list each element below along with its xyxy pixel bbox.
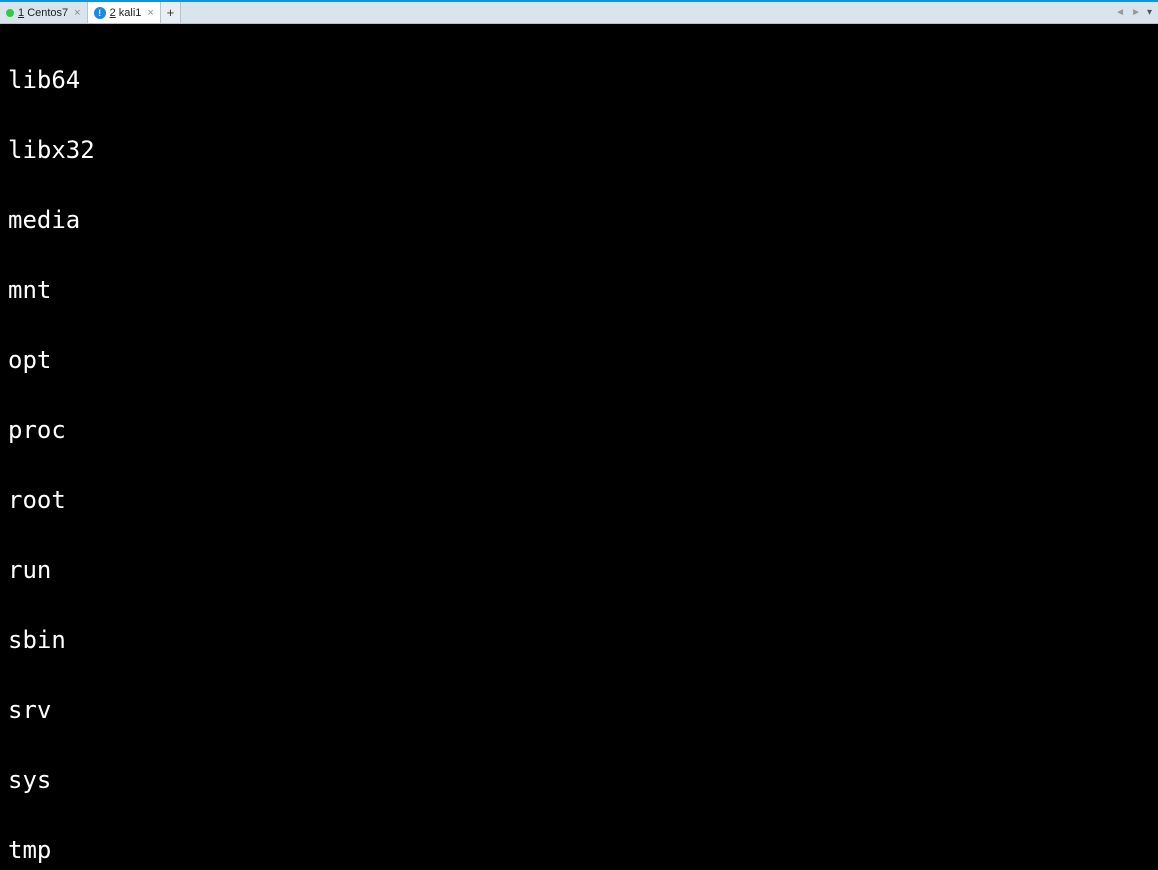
alert-badge-icon: !: [94, 7, 106, 19]
close-icon[interactable]: ×: [72, 7, 82, 19]
terminal-line: srv: [8, 693, 1150, 728]
tab-label: 2 kali1: [110, 7, 142, 19]
tabbar-controls: ◄ ► ▾: [1113, 2, 1158, 23]
terminal-line: libx32: [8, 133, 1150, 168]
terminal-line: lib64: [8, 63, 1150, 98]
status-dot-icon: [6, 9, 14, 17]
nav-right-icon[interactable]: ►: [1129, 7, 1143, 18]
tab-label: 1 Centos7: [18, 7, 68, 19]
nav-left-icon[interactable]: ◄: [1113, 7, 1127, 18]
terminal-line: sbin: [8, 623, 1150, 658]
terminal-line: media: [8, 203, 1150, 238]
tab-centos7[interactable]: 1 Centos7 ×: [0, 2, 88, 23]
terminal-line: run: [8, 553, 1150, 588]
terminal-line: proc: [8, 413, 1150, 448]
terminal-line: root: [8, 483, 1150, 518]
terminal-line: opt: [8, 343, 1150, 378]
terminal-line: mnt: [8, 273, 1150, 308]
terminal-output[interactable]: lib64 libx32 media mnt opt proc root run…: [0, 24, 1158, 870]
terminal-line: sys: [8, 763, 1150, 798]
tab-menu-icon[interactable]: ▾: [1145, 7, 1154, 18]
tab-bar: 1 Centos7 × ! 2 kali1 × + ◄ ► ▾: [0, 2, 1158, 24]
terminal-line: tmp: [8, 833, 1150, 868]
new-tab-button[interactable]: +: [161, 2, 181, 23]
close-icon[interactable]: ×: [145, 7, 155, 19]
tab-kali1[interactable]: ! 2 kali1 ×: [88, 2, 161, 23]
